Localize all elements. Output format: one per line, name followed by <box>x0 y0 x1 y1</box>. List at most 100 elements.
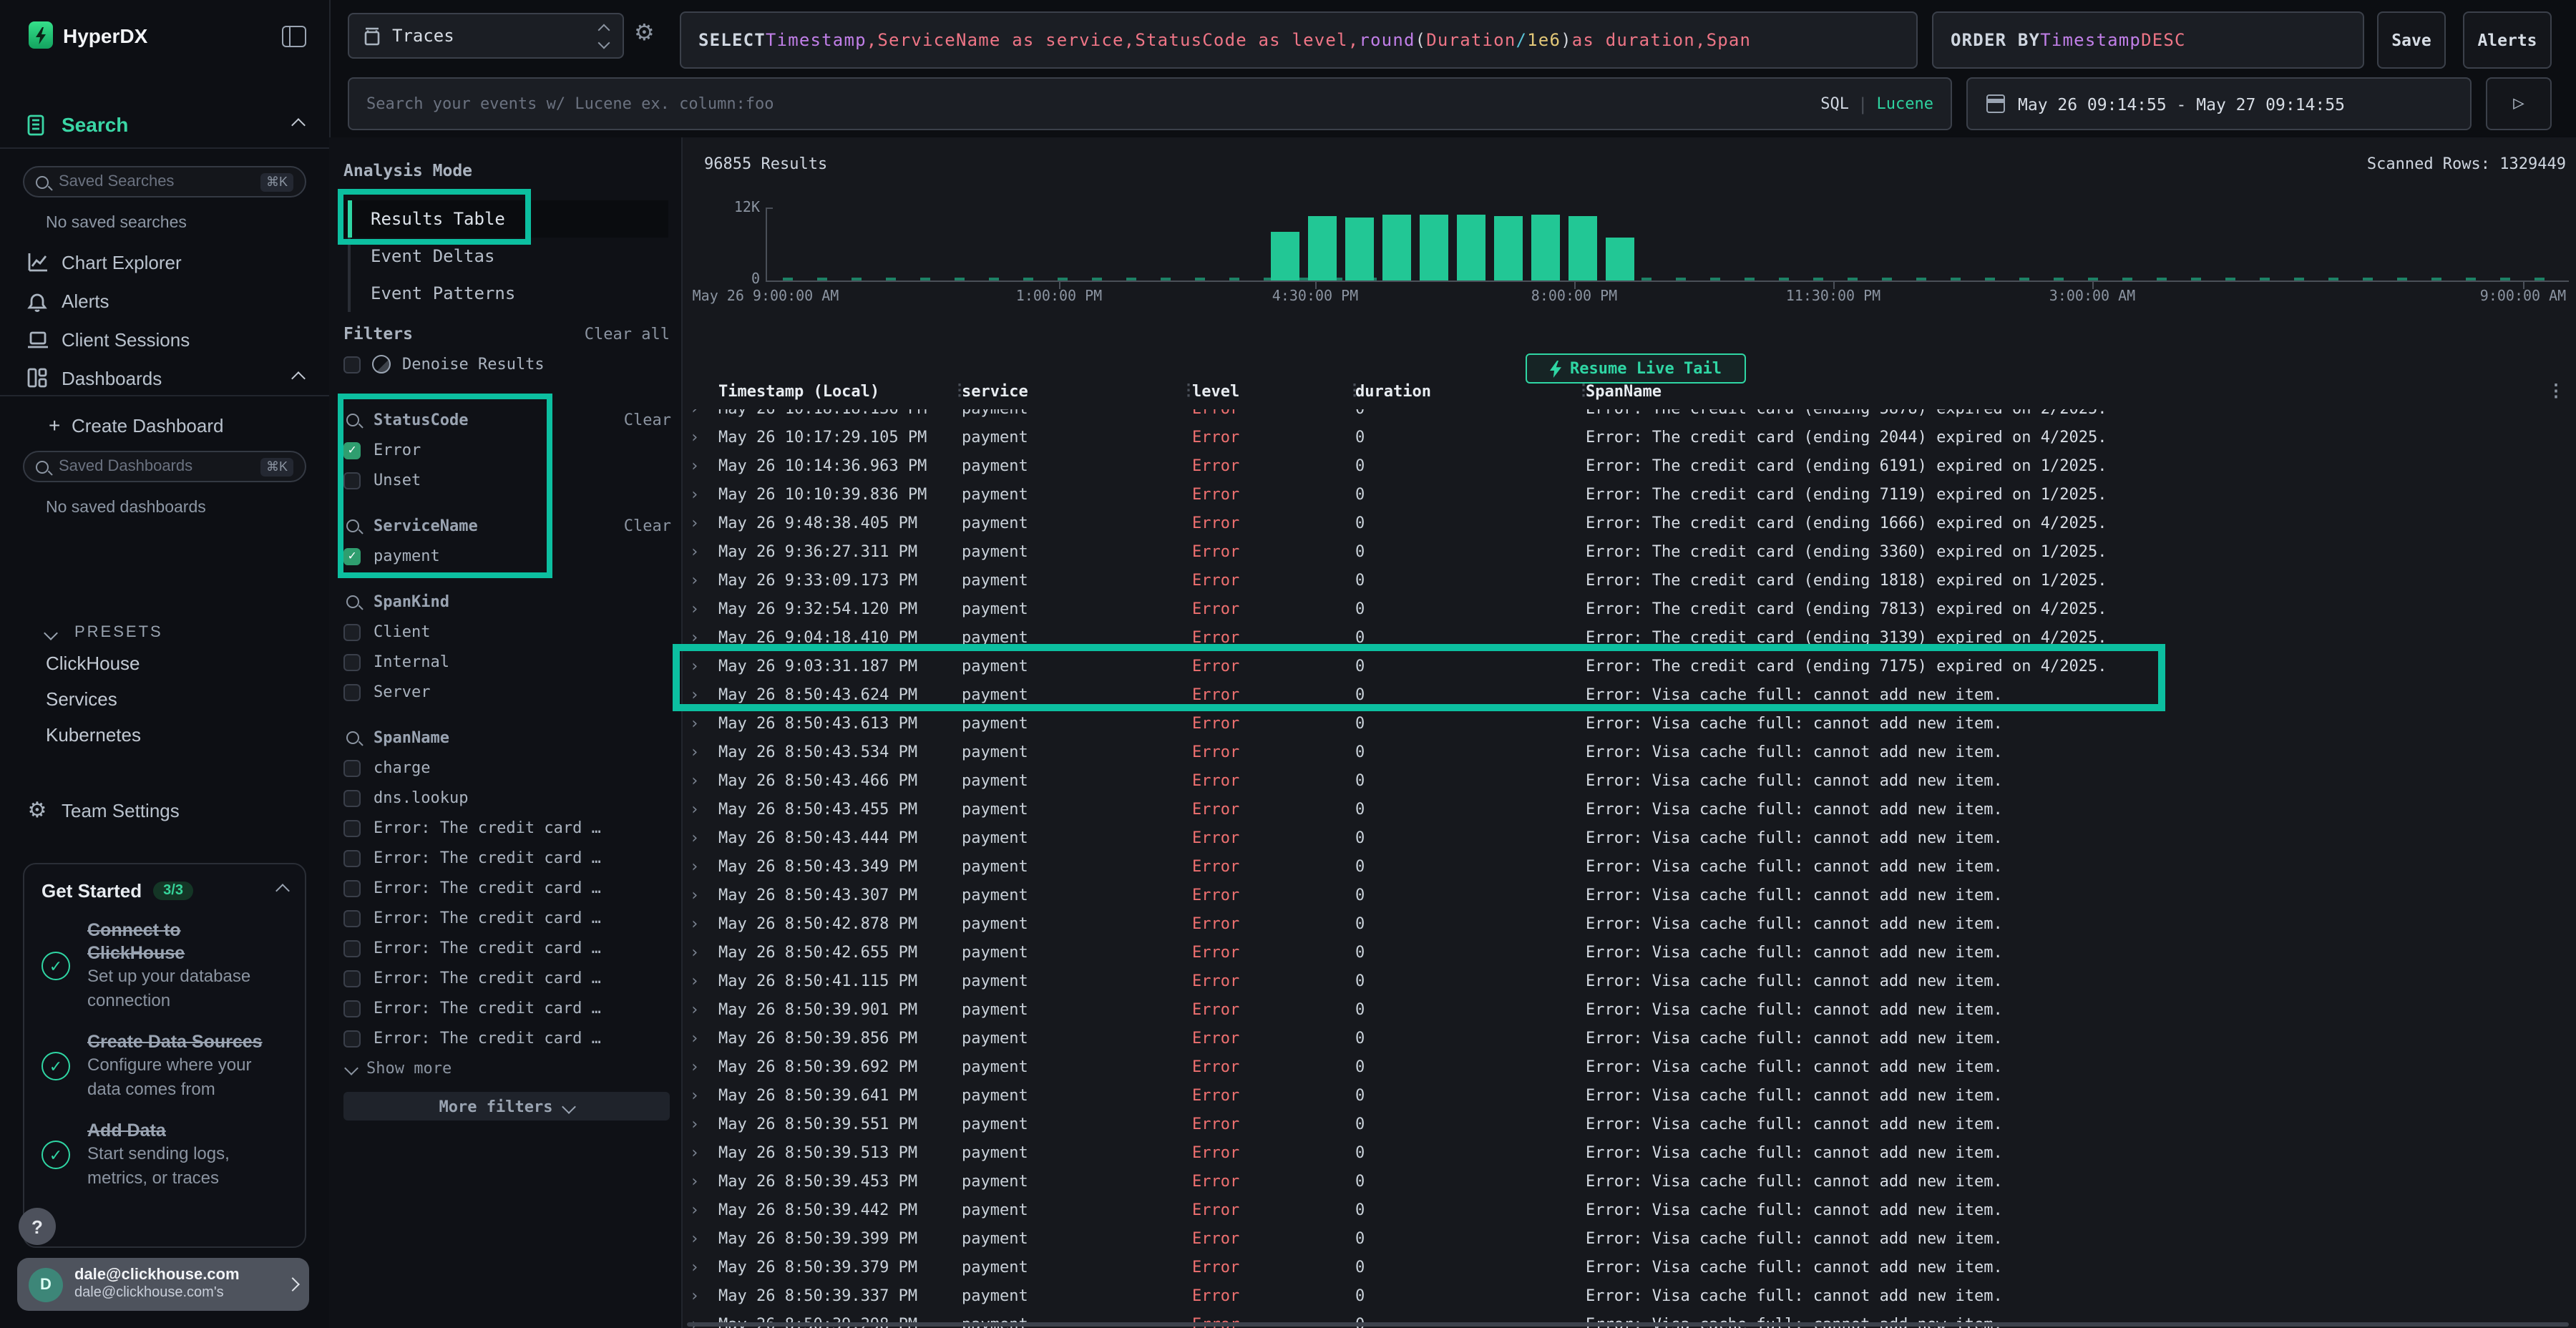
filter-option[interactable]: Error: The credit card … <box>329 1023 683 1053</box>
row-expand-chevron-icon[interactable]: › <box>690 996 699 1025</box>
analysis-mode-event-patterns[interactable]: Event Patterns <box>343 275 668 312</box>
alerts-button[interactable]: Alerts <box>2463 11 2552 69</box>
table-row[interactable]: ›May 26 10:18:18.136 PMpaymentError0Erro… <box>683 409 2576 424</box>
save-button[interactable]: Save <box>2377 11 2446 69</box>
row-expand-chevron-icon[interactable]: › <box>690 538 699 567</box>
checkbox-unchecked[interactable] <box>343 849 361 866</box>
sidebar-item-chart-explorer[interactable]: Chart Explorer <box>0 248 329 276</box>
filter-option[interactable]: Internal <box>329 647 683 677</box>
filter-option[interactable]: Error: The credit card … <box>329 873 683 903</box>
sidebar-item-client-sessions[interactable]: Client Sessions <box>0 325 329 353</box>
checkbox-unchecked[interactable] <box>343 819 361 836</box>
select-clause-input[interactable]: SELECT Timestamp, ServiceName as service… <box>680 11 1918 69</box>
col-spanname[interactable]: SpanName <box>1586 382 1662 401</box>
table-row[interactable]: ›May 26 8:50:39.379 PMpaymentError0Error… <box>683 1254 2576 1282</box>
row-expand-chevron-icon[interactable]: › <box>690 738 699 767</box>
checkbox-unchecked[interactable] <box>343 623 361 640</box>
filter-option[interactable]: Error: The credit card … <box>329 933 683 963</box>
table-row[interactable]: ›May 26 8:50:39.856 PMpaymentError0Error… <box>683 1025 2576 1053</box>
row-expand-chevron-icon[interactable]: › <box>690 1025 699 1053</box>
clear-all-link[interactable]: Clear all <box>585 325 670 343</box>
checkbox-unchecked[interactable] <box>343 356 361 373</box>
checkbox-unchecked[interactable] <box>343 683 361 700</box>
search-input[interactable]: Search your events w/ Lucene ex. column:… <box>348 77 1952 130</box>
row-expand-chevron-icon[interactable]: › <box>690 1082 699 1110</box>
checkbox-unchecked[interactable] <box>343 653 361 670</box>
filter-option[interactable]: Error: The credit card … <box>329 843 683 873</box>
row-expand-chevron-icon[interactable]: › <box>690 1053 699 1082</box>
row-expand-chevron-icon[interactable]: › <box>690 1168 699 1196</box>
table-row[interactable]: ›May 26 10:17:29.105 PMpaymentError0Erro… <box>683 424 2576 452</box>
sql-mode-toggle[interactable]: SQL <box>1820 94 1849 113</box>
row-expand-chevron-icon[interactable]: › <box>690 967 699 996</box>
table-row[interactable]: ›May 26 10:10:39.836 PMpaymentError0Erro… <box>683 481 2576 509</box>
source-settings-gear-icon[interactable]: ⚙ <box>634 19 655 47</box>
row-expand-chevron-icon[interactable]: › <box>690 1282 699 1311</box>
user-menu[interactable]: D dale@clickhouse.com dale@clickhouse.co… <box>17 1258 309 1311</box>
table-row[interactable]: ›May 26 8:50:39.337 PMpaymentError0Error… <box>683 1282 2576 1311</box>
row-expand-chevron-icon[interactable]: › <box>690 1196 699 1225</box>
table-row[interactable]: ›May 26 9:33:09.173 PMpaymentError0Error… <box>683 567 2576 595</box>
checkbox-unchecked[interactable] <box>343 789 361 806</box>
col-service[interactable]: service <box>962 382 1028 401</box>
denoise-checkbox-row[interactable]: Denoise Results <box>343 355 545 374</box>
checkbox-unchecked[interactable] <box>343 970 361 987</box>
sidebar-item-team-settings[interactable]: ⚙ Team Settings <box>0 796 329 824</box>
sidebar-preset-clickhouse[interactable]: ClickHouse <box>46 645 141 681</box>
filter-option[interactable]: Error: The credit card … <box>329 903 683 933</box>
sidebar-preset-kubernetes[interactable]: Kubernetes <box>46 717 141 753</box>
search-icon[interactable] <box>346 595 359 607</box>
row-expand-chevron-icon[interactable]: › <box>690 824 699 853</box>
col-timestamp[interactable]: Timestamp (Local) <box>718 382 879 401</box>
filter-option[interactable]: Error: The credit card … <box>329 963 683 993</box>
filter-option[interactable]: Error: The credit card … <box>329 813 683 843</box>
get-started-item[interactable]: ✓Connect to ClickHouseSet up your databa… <box>42 919 288 1013</box>
saved-searches-input[interactable]: Saved Searches ⌘K <box>23 166 306 197</box>
row-expand-chevron-icon[interactable]: › <box>690 1254 699 1282</box>
table-row[interactable]: ›May 26 10:14:36.963 PMpaymentError0Erro… <box>683 452 2576 481</box>
row-expand-chevron-icon[interactable]: › <box>690 882 699 910</box>
get-started-item[interactable]: ✓Create Data SourcesConfigure where your… <box>42 1030 288 1102</box>
sidebar-item-search[interactable]: Search <box>0 110 329 139</box>
row-expand-chevron-icon[interactable]: › <box>690 939 699 967</box>
table-row[interactable]: ›May 26 8:50:39.442 PMpaymentError0Error… <box>683 1196 2576 1225</box>
date-range-picker[interactable]: May 26 09:14:55 - May 27 09:14:55 <box>1966 77 2472 130</box>
table-row[interactable]: ›May 26 8:50:43.455 PMpaymentError0Error… <box>683 796 2576 824</box>
table-row[interactable]: ›May 26 8:50:43.466 PMpaymentError0Error… <box>683 767 2576 796</box>
row-expand-chevron-icon[interactable]: › <box>690 424 699 452</box>
table-row[interactable]: ›May 26 9:36:27.311 PMpaymentError0Error… <box>683 538 2576 567</box>
table-options-kebab-icon[interactable]: ⋮ <box>2547 381 2565 401</box>
table-row[interactable]: ›May 26 8:50:42.655 PMpaymentError0Error… <box>683 939 2576 967</box>
row-expand-chevron-icon[interactable]: › <box>690 595 699 624</box>
search-icon[interactable] <box>346 731 359 743</box>
checkbox-unchecked[interactable] <box>343 879 361 897</box>
row-expand-chevron-icon[interactable]: › <box>690 910 699 939</box>
help-button[interactable]: ? <box>19 1208 56 1245</box>
create-dashboard-button[interactable]: + Create Dashboard <box>0 411 329 439</box>
filter-option[interactable]: Client <box>329 617 683 647</box>
order-by-input[interactable]: ORDER BY Timestamp DESC <box>1932 11 2364 69</box>
filter-option[interactable]: Error: The credit card … <box>329 993 683 1023</box>
row-expand-chevron-icon[interactable]: › <box>690 481 699 509</box>
filter-option[interactable]: Server <box>329 677 683 707</box>
checkbox-unchecked[interactable] <box>343 759 361 776</box>
table-row[interactable]: ›May 26 8:50:41.115 PMpaymentError0Error… <box>683 967 2576 996</box>
table-row[interactable]: ›May 26 8:50:43.534 PMpaymentError0Error… <box>683 738 2576 767</box>
horizontal-scrollbar[interactable] <box>687 1322 2569 1327</box>
row-expand-chevron-icon[interactable]: › <box>690 767 699 796</box>
row-expand-chevron-icon[interactable]: › <box>690 853 699 882</box>
table-row[interactable]: ›May 26 8:50:43.307 PMpaymentError0Error… <box>683 882 2576 910</box>
lucene-mode-toggle[interactable]: Lucene <box>1877 94 1934 113</box>
table-row[interactable]: ›May 26 8:50:43.444 PMpaymentError0Error… <box>683 824 2576 853</box>
row-expand-chevron-icon[interactable]: › <box>690 1225 699 1254</box>
table-row[interactable]: ›May 26 8:50:39.901 PMpaymentError0Error… <box>683 996 2576 1025</box>
source-select[interactable]: Traces <box>348 13 624 59</box>
show-more-link[interactable]: Show more <box>329 1053 683 1083</box>
clear-filter-link[interactable]: Clear <box>624 516 671 534</box>
col-level[interactable]: level <box>1192 382 1239 401</box>
table-row[interactable]: ›May 26 8:50:39.453 PMpaymentError0Error… <box>683 1168 2576 1196</box>
row-expand-chevron-icon[interactable]: › <box>690 452 699 481</box>
table-row[interactable]: ›May 26 8:50:39.692 PMpaymentError0Error… <box>683 1053 2576 1082</box>
get-started-item[interactable]: ✓Add DataStart sending logs, metrics, or… <box>42 1119 288 1191</box>
sidebar-item-dashboards[interactable]: Dashboards <box>0 363 329 392</box>
